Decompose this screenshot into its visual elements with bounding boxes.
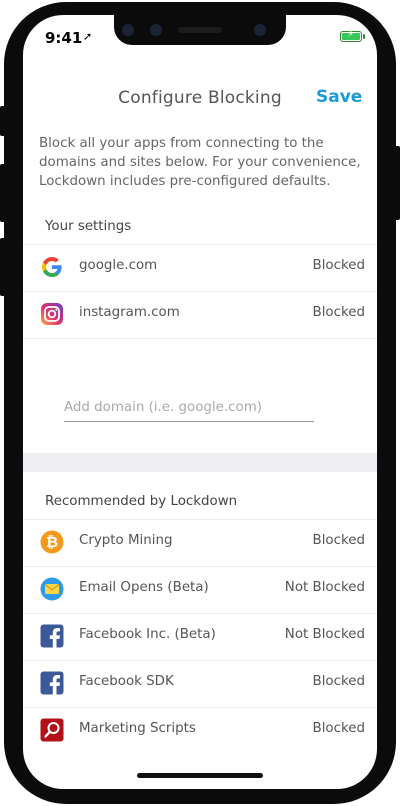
status-text: Blocked: [312, 258, 365, 273]
add-domain-input[interactable]: [64, 393, 314, 422]
screen: 9:41 ➚ ⚡ Configure Blocking Save Block a…: [23, 15, 377, 789]
volume-down-button: [0, 238, 5, 296]
silent-switch: [0, 106, 5, 136]
recommended-row-facebook-inc[interactable]: Facebook Inc. (Beta) Not Blocked: [23, 613, 377, 660]
notch: [114, 15, 286, 45]
power-button: [395, 146, 400, 220]
row-label: instagram.com: [79, 305, 180, 320]
bitcoin-icon: ₿: [40, 530, 64, 554]
row-label: Facebook SDK: [79, 674, 174, 689]
description-text: Block all your apps from connecting to t…: [39, 136, 361, 189]
battery-tip: [363, 34, 365, 39]
email-icon: [40, 577, 64, 601]
speaker-grille: [178, 27, 222, 33]
section-title-your-settings: Your settings: [45, 219, 132, 234]
status-text: Not Blocked: [284, 580, 365, 595]
recommended-row-crypto-mining[interactable]: ₿ Crypto Mining Blocked: [23, 519, 377, 566]
settings-row-google[interactable]: google.com Blocked: [23, 244, 377, 291]
sensor-icon: [122, 24, 134, 36]
volume-up-button: [0, 164, 5, 222]
front-camera-icon: [254, 24, 266, 36]
row-label: Crypto Mining: [79, 533, 173, 548]
recommended-row-marketing-scripts[interactable]: Marketing Scripts Blocked: [23, 707, 377, 754]
row-label: Marketing Scripts: [79, 721, 196, 736]
battery-icon: ⚡: [340, 29, 362, 42]
google-icon: [42, 257, 62, 277]
row-label: Email Opens (Beta): [79, 580, 209, 595]
status-time: 9:41: [45, 29, 83, 47]
svg-text:₿: ₿: [46, 533, 58, 551]
magnifier-icon: [40, 718, 64, 742]
section-separator: [23, 453, 377, 472]
status-text: Blocked: [312, 305, 365, 320]
row-label: Facebook Inc. (Beta): [79, 627, 216, 642]
home-indicator[interactable]: [137, 773, 263, 778]
status-text: Blocked: [312, 721, 365, 736]
instagram-icon: [41, 303, 63, 325]
settings-row-instagram[interactable]: instagram.com Blocked: [23, 291, 377, 338]
section-title-recommended: Recommended by Lockdown: [45, 494, 238, 509]
status-text: Blocked: [312, 533, 365, 548]
recommended-row-email-opens[interactable]: Email Opens (Beta) Not Blocked: [23, 566, 377, 613]
location-arrow-icon: ➚: [83, 30, 93, 43]
facebook-icon: [40, 624, 64, 648]
divider: [23, 338, 377, 339]
camera-icon: [150, 24, 162, 36]
save-button[interactable]: Save: [316, 87, 362, 107]
facebook-icon: [40, 671, 64, 695]
recommended-row-facebook-sdk[interactable]: Facebook SDK Blocked: [23, 660, 377, 707]
row-label: google.com: [79, 258, 158, 273]
status-text: Not Blocked: [284, 627, 365, 642]
status-text: Blocked: [312, 674, 365, 689]
